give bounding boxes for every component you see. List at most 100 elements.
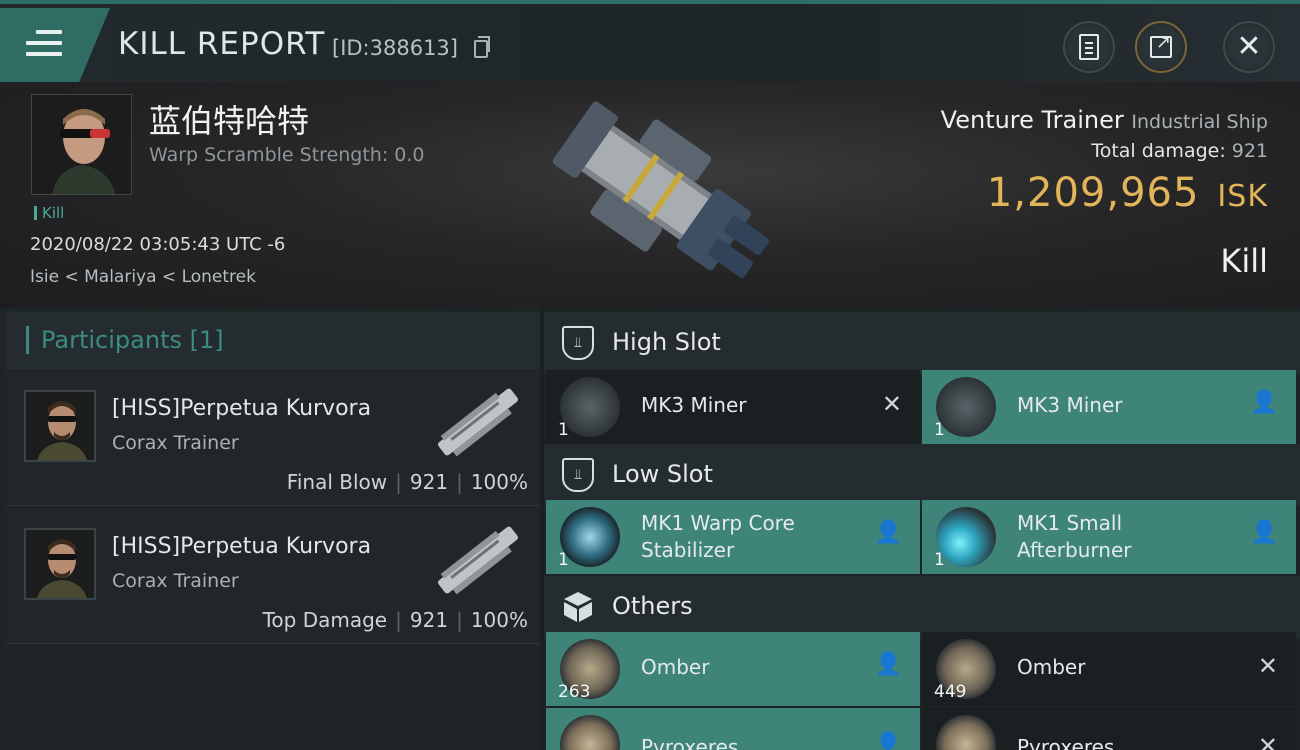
victim-ship-image (552, 101, 770, 279)
share-button[interactable] (1135, 21, 1187, 73)
fitting-item[interactable]: Pyroxeres 👤 (546, 708, 920, 750)
item-name: Omber (1017, 655, 1086, 679)
close-icon: ✕ (1236, 29, 1262, 64)
participant-name: [HISS]Perpetua Kurvora (112, 534, 372, 559)
kill-location[interactable]: Isie < Malariya < Lonetrek (30, 267, 256, 287)
participant-avatar (24, 528, 96, 600)
person-icon: 👤 (874, 652, 902, 677)
item-quantity: 1 (934, 550, 945, 570)
others-title: Others (612, 592, 693, 620)
participant-name: [HISS]Perpetua Kurvora (112, 396, 372, 421)
clipboard-icon (1079, 34, 1099, 60)
x-icon: ✕ (1257, 732, 1278, 750)
participants-panel: Participants [1] [HISS]Perpetua Kurvora … (0, 308, 540, 750)
item-quantity: 449 (934, 682, 967, 702)
high-slot-header: ⫫ High Slot (544, 312, 1300, 374)
menu-button[interactable] (0, 8, 110, 82)
victim-avatar[interactable] (31, 94, 132, 195)
participant-ship-image (438, 388, 518, 457)
participant-ship-image (438, 526, 518, 595)
stat-divider: | (395, 608, 402, 632)
participant-role: Top Damage (262, 608, 388, 632)
ship-name[interactable]: Venture Trainer (941, 106, 1124, 134)
miner-module-icon (560, 377, 620, 437)
participant-damage: 921 (409, 608, 449, 632)
victim-name: 蓝伯特哈特 (149, 102, 310, 140)
participant-stats: Top Damage | 921 | 100% (263, 608, 528, 632)
miner-module-icon (936, 377, 996, 437)
fitting-item[interactable]: 1 MK1 Small Afterburner 👤 (922, 500, 1296, 574)
afterburner-icon (936, 507, 996, 567)
item-name: MK1 Small Afterburner (1017, 510, 1131, 564)
participant-percent: 100% (470, 608, 528, 632)
low-slot-header: ⫫ Low Slot (544, 444, 1300, 506)
item-name-line: MK1 Warp Core (641, 511, 795, 535)
item-quantity: 1 (558, 420, 569, 440)
fitting-item[interactable]: 449 Omber ✕ (922, 632, 1296, 706)
stat-divider: | (456, 608, 463, 632)
ship-class: Industrial Ship (1131, 111, 1268, 133)
fitting-panel: ⫫ High Slot 1 MK3 Miner ✕ 1 MK3 Miner 👤 … (544, 308, 1300, 750)
fitting-item[interactable]: 1 MK1 Warp Core Stabilizer 👤 (546, 500, 920, 574)
stat-divider: | (395, 470, 402, 494)
item-quantity: 1 (558, 550, 569, 570)
item-name: MK3 Miner (641, 393, 747, 417)
item-name: Pyroxeres (1017, 735, 1115, 750)
high-slot-icon: ⫫ (562, 326, 594, 360)
item-name: Pyroxeres (641, 735, 739, 750)
fitting-item[interactable]: 1 MK3 Miner 👤 (922, 370, 1296, 444)
total-damage-label: Total damage: (1091, 140, 1226, 162)
item-name: Omber (641, 655, 710, 679)
fitting-item[interactable]: Pyroxeres ✕ (922, 708, 1296, 750)
close-button[interactable]: ✕ (1223, 21, 1275, 73)
low-slot-icon: ⫫ (562, 458, 594, 492)
total-damage-value: 921 (1231, 140, 1268, 162)
total-damage: Total damage: 921 (1091, 140, 1268, 162)
participant-avatar (24, 390, 96, 462)
participant-ship: Corax Trainer (112, 570, 239, 592)
top-bar: KILL REPORT [ID:388613] ✕ (0, 0, 1300, 82)
person-icon: 👤 (1250, 520, 1278, 545)
page-title: KILL REPORT (118, 26, 326, 62)
item-name: MK3 Miner (1017, 393, 1123, 417)
item-name-line: Stabilizer (641, 538, 735, 562)
hamburger-icon (26, 30, 62, 58)
low-slot-title: Low Slot (612, 460, 713, 488)
kill-tag: Kill (34, 206, 64, 221)
item-name-line: Afterburner (1017, 538, 1132, 562)
person-icon: 👤 (1250, 390, 1278, 415)
participant-ship: Corax Trainer (112, 432, 239, 454)
fitting-item[interactable]: 263 Omber 👤 (546, 632, 920, 706)
participant-damage: 921 (409, 470, 449, 494)
person-icon: 👤 (874, 732, 902, 750)
result-label: Kill (1220, 242, 1268, 280)
high-slot-title: High Slot (612, 328, 721, 356)
isk-unit: ISK (1217, 179, 1268, 214)
fitting-item[interactable]: 1 MK3 Miner ✕ (546, 370, 920, 444)
participant-role: Final Blow (286, 470, 388, 494)
copy-icon[interactable] (474, 36, 490, 58)
item-name-line: MK1 Small (1017, 511, 1122, 535)
stat-divider: | (456, 470, 463, 494)
kill-datetime: 2020/08/22 03:05:43 UTC -6 (30, 234, 286, 255)
ore-icon (560, 715, 620, 750)
item-quantity: 263 (558, 682, 591, 702)
participants-title: Participants [1] (26, 326, 224, 354)
x-icon: ✕ (1257, 652, 1278, 680)
item-quantity: 1 (934, 420, 945, 440)
share-icon (1150, 32, 1172, 58)
x-icon: ✕ (881, 390, 902, 418)
isk-value: 1,209,965 ISK (987, 170, 1268, 216)
isk-amount: 1,209,965 (986, 170, 1200, 216)
participants-header: Participants [1] (6, 312, 540, 370)
cube-icon (562, 590, 594, 624)
warp-scramble-strength: Warp Scramble Strength: 0.0 (149, 144, 425, 166)
participant-card[interactable]: [HISS]Perpetua Kurvora Corax Trainer Top… (6, 510, 540, 644)
victim-banner: 蓝伯特哈特 Warp Scramble Strength: 0.0 Kill 2… (0, 82, 1300, 308)
others-header: Others (544, 576, 1300, 638)
ore-icon (936, 715, 996, 750)
participant-stats: Final Blow | 921 | 100% (287, 470, 528, 494)
warp-core-stabilizer-icon (560, 507, 620, 567)
participant-card[interactable]: [HISS]Perpetua Kurvora Corax Trainer Fin… (6, 372, 540, 506)
clipboard-button[interactable] (1063, 21, 1115, 73)
